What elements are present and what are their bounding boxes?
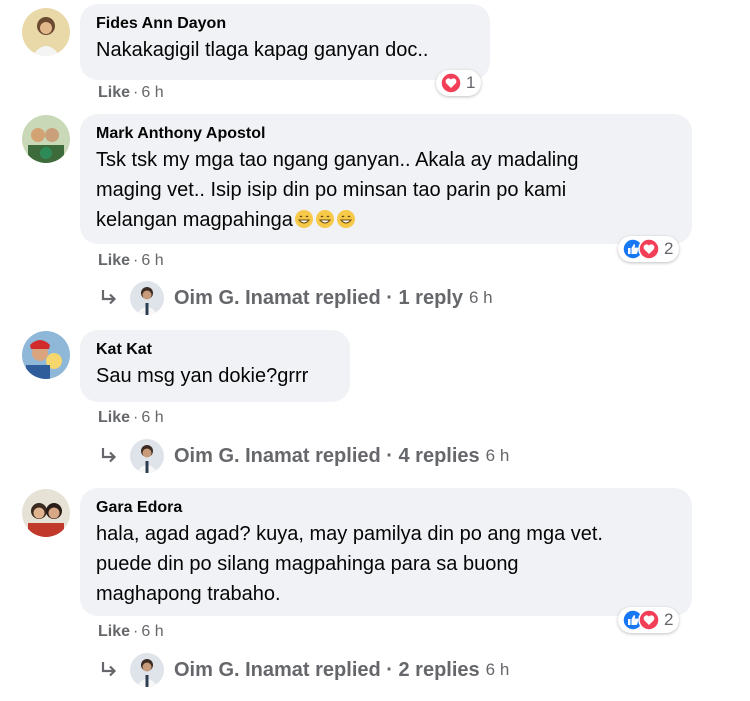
reaction-count: 1 bbox=[466, 73, 476, 92]
like-button[interactable]: Like bbox=[98, 409, 130, 426]
love-icon bbox=[638, 238, 660, 260]
comment-meta: Like · 6 h bbox=[98, 251, 164, 271]
comment-bubble: Gara Edora hala, agad agad? kuya, may pa… bbox=[80, 488, 692, 616]
comment-text-tail: kelangan magpahinga bbox=[96, 209, 293, 231]
grin-emoji bbox=[294, 210, 313, 228]
separator: · bbox=[133, 84, 139, 101]
reply-arrow-icon bbox=[101, 662, 117, 677]
like-button[interactable]: Like bbox=[98, 252, 130, 269]
reaction-summary[interactable]: 2 bbox=[618, 236, 680, 262]
reply-summary[interactable]: Oim G. Inamat replied · 4 replies bbox=[174, 445, 480, 468]
love-icon bbox=[638, 609, 660, 631]
comment-text: Nakakagigil tlaga kapag ganyan doc.. bbox=[96, 39, 429, 61]
comment-text: hala, agad agad? kuya, may pamilya din p… bbox=[96, 523, 603, 545]
replier-avatar[interactable] bbox=[130, 439, 164, 473]
separator: · bbox=[133, 623, 139, 640]
grin-emoji bbox=[336, 210, 355, 228]
avatar[interactable] bbox=[22, 8, 70, 56]
replier-avatar[interactable] bbox=[130, 653, 164, 687]
avatar[interactable] bbox=[22, 489, 70, 537]
comment-author[interactable]: Mark Anthony Apostol bbox=[96, 123, 676, 145]
love-icon bbox=[440, 72, 462, 94]
comment-time[interactable]: 6 h bbox=[141, 84, 163, 101]
reply-link[interactable]: Oim G. Inamat replied · 1 reply 6 h bbox=[98, 281, 493, 315]
comment-meta: Like · 6 h bbox=[98, 408, 164, 428]
reaction-count: 2 bbox=[664, 610, 674, 629]
separator: · bbox=[133, 252, 139, 269]
avatar[interactable] bbox=[22, 331, 70, 379]
reply-summary[interactable]: Oim G. Inamat replied · 2 replies bbox=[174, 659, 480, 682]
comment-author[interactable]: Kat Kat bbox=[96, 339, 334, 361]
comment-meta: Like · 6 h bbox=[98, 83, 164, 103]
comment-bubble: Mark Anthony Apostol Tsk tsk my mga tao … bbox=[80, 114, 692, 244]
comment-time[interactable]: 6 h bbox=[141, 409, 163, 426]
comment-bubble: Kat Kat Sau msg yan dokie?grrr bbox=[80, 330, 350, 402]
reaction-summary[interactable]: 1 bbox=[436, 70, 482, 96]
reaction-count: 2 bbox=[664, 239, 674, 258]
replier-avatar[interactable] bbox=[130, 281, 164, 315]
comment-bubble: Fides Ann Dayon Nakakagigil tlaga kapag … bbox=[80, 4, 490, 80]
comment-text: puede din po silang magpahinga para sa b… bbox=[96, 553, 519, 575]
reply-link[interactable]: Oim G. Inamat replied · 2 replies 6 h bbox=[98, 653, 509, 687]
separator: · bbox=[133, 409, 139, 426]
comment-text: maghapong trabaho. bbox=[96, 583, 281, 605]
comment-author[interactable]: Gara Edora bbox=[96, 497, 676, 519]
comment-author[interactable]: Fides Ann Dayon bbox=[96, 13, 474, 35]
avatar[interactable] bbox=[22, 115, 70, 163]
comment-text: Tsk tsk my mga tao ngang ganyan.. Akala … bbox=[96, 149, 579, 171]
comment-text: maging vet.. Isip isip din po minsan tao… bbox=[96, 179, 567, 201]
reply-time: 6 h bbox=[485, 446, 510, 465]
reply-summary[interactable]: Oim G. Inamat replied · 1 reply bbox=[174, 287, 463, 310]
reply-arrow-icon bbox=[101, 290, 117, 305]
reaction-summary[interactable]: 2 bbox=[618, 607, 680, 633]
comment-meta: Like · 6 h bbox=[98, 622, 164, 642]
like-button[interactable]: Like bbox=[98, 623, 130, 640]
comment-text: Sau msg yan dokie?grrr bbox=[96, 365, 309, 387]
reply-time: 6 h bbox=[485, 660, 510, 679]
comment-text: kelangan magpahinga bbox=[96, 205, 676, 235]
reply-arrow-icon bbox=[101, 448, 117, 463]
grin-emoji bbox=[315, 210, 334, 228]
reply-link[interactable]: Oim G. Inamat replied · 4 replies 6 h bbox=[98, 439, 509, 473]
like-button[interactable]: Like bbox=[98, 84, 130, 101]
comment-time[interactable]: 6 h bbox=[141, 252, 163, 269]
comment-time[interactable]: 6 h bbox=[141, 623, 163, 640]
reply-time: 6 h bbox=[468, 288, 493, 307]
